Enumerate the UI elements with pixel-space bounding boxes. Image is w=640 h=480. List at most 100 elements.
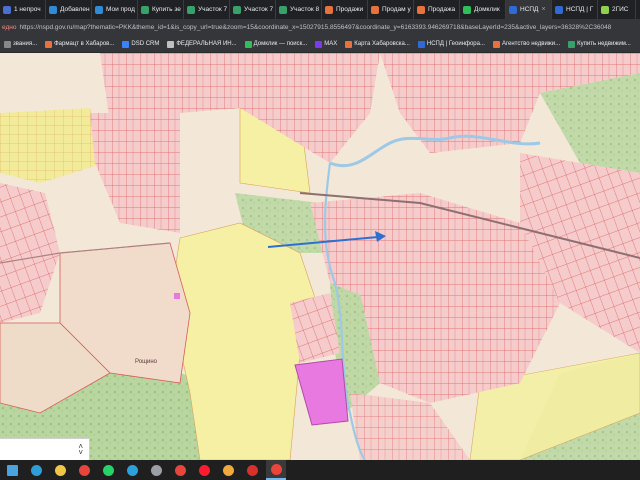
edge-icon-glyph — [30, 464, 42, 476]
site-icon — [233, 5, 241, 14]
bookmark-label: Агентство недвижи... — [501, 41, 561, 47]
bookmark-item[interactable]: ФЕДЕРАЛЬНАЯ ИН... — [163, 40, 240, 48]
browser-tab[interactable]: Продажа — [414, 0, 460, 19]
tab-label: 1 непроч — [14, 6, 41, 13]
opera-icon-glyph — [198, 464, 210, 476]
site-icon — [187, 5, 195, 14]
bookmark-favicon-icon — [45, 40, 53, 48]
browser-tab[interactable]: Домклик — [460, 0, 506, 19]
browser-tab[interactable]: Продажи — [322, 0, 368, 19]
tab-label: Участок 8 — [290, 6, 320, 13]
tab-label: Купить зе — [152, 6, 181, 13]
file-explorer-icon[interactable] — [50, 460, 70, 480]
tab-label: Мои прод — [106, 6, 135, 13]
tab-label: НСПД | Г — [566, 6, 594, 13]
cadastral-map[interactable]: Рощино — [0, 53, 640, 460]
bookmark-favicon-icon — [244, 40, 252, 48]
bookmark-favicon-icon — [122, 40, 130, 48]
close-tab-icon[interactable]: × — [541, 6, 545, 13]
acrobat-icon[interactable] — [242, 460, 262, 480]
scroll-down-icon[interactable]: ˅ — [78, 448, 83, 456]
edge-icon[interactable] — [26, 460, 46, 480]
place-label: Рощино — [135, 359, 158, 365]
browser-tab[interactable]: НСПД | Г — [552, 0, 598, 19]
browser-tab[interactable]: Участок 7 — [230, 0, 276, 19]
site-icon — [371, 5, 379, 14]
chrome-active-icon-glyph — [270, 463, 282, 475]
tab-label: 2ГИС — [612, 6, 629, 13]
snipping-tool-icon-glyph — [150, 464, 162, 476]
tab-label: Продам у — [382, 6, 411, 13]
bookmark-label: ФЕДЕРАЛЬНАЯ ИН... — [176, 41, 237, 47]
small-highlighted-plot — [174, 293, 180, 299]
bookmark-label: Карта Хабаровска... — [354, 41, 410, 47]
windows-start-icon-glyph — [6, 464, 18, 476]
site-icon — [417, 5, 425, 14]
site-icon — [509, 5, 517, 14]
tab-label: Домклик — [474, 6, 500, 13]
whatsapp-icon-glyph — [102, 464, 114, 476]
browser-tab[interactable]: Мои прод — [92, 0, 138, 19]
site-icon — [325, 5, 333, 14]
bookmark-item[interactable]: Домклик — поиск... — [241, 40, 312, 48]
not-secure-label: едно — [2, 24, 17, 31]
browser-tab[interactable]: Участок 8 — [276, 0, 322, 19]
telegram-icon-glyph — [126, 464, 138, 476]
browser-tab[interactable]: Продам у — [368, 0, 414, 19]
site-icon — [49, 5, 57, 14]
site-icon — [555, 5, 563, 14]
address-bar[interactable]: едно https://nspd.gov.ru/map?thematic=PK… — [0, 19, 640, 36]
tab-label: Участок 7 — [198, 6, 228, 13]
bookmark-item[interactable]: DSD CRM — [118, 40, 163, 48]
bookmark-item[interactable]: Карта Хабаровска... — [341, 40, 414, 48]
snipping-tool-icon[interactable] — [146, 460, 166, 480]
paint-icon[interactable] — [218, 460, 238, 480]
chrome-active-icon[interactable] — [266, 460, 286, 480]
windows-start-icon[interactable] — [2, 460, 22, 480]
browser-tab[interactable]: 1 непроч — [0, 0, 46, 19]
browser-tab[interactable]: Купить зе — [138, 0, 184, 19]
windows-taskbar — [0, 460, 640, 480]
media-player-icon-glyph — [174, 464, 186, 476]
bookmark-item[interactable]: Купить недвижим... — [564, 40, 635, 48]
browser-tab[interactable]: Участок 7 — [184, 0, 230, 19]
url-text[interactable]: https://nspd.gov.ru/map?thematic=PKK&the… — [19, 24, 611, 31]
tab-label: Добавлен — [60, 6, 90, 13]
chrome-icon-glyph — [78, 464, 90, 476]
site-icon — [601, 5, 609, 14]
bookmark-favicon-icon — [417, 40, 425, 48]
bookmark-item[interactable]: Фармацт в Хабаров... — [41, 40, 118, 48]
media-player-icon[interactable] — [170, 460, 190, 480]
opera-icon[interactable] — [194, 460, 214, 480]
browser-tab[interactable]: НСПД × — [506, 0, 552, 19]
tab-label: НСПД — [520, 6, 539, 13]
file-explorer-icon-glyph — [54, 464, 66, 476]
bookmark-favicon-icon — [167, 40, 175, 48]
mail-icon — [3, 5, 11, 14]
paint-icon-glyph — [222, 464, 234, 476]
bookmark-label: Купить недвижим... — [577, 41, 631, 47]
tab-label: Участок 7 — [244, 6, 274, 13]
browser-tab-strip: 1 непроч Добавлен Мои прод Купить зе Участок… — [0, 0, 640, 19]
bookmark-label: Фармацт в Хабаров... — [54, 41, 115, 47]
browser-tab[interactable]: 2ГИС — [598, 0, 636, 19]
bookmark-item[interactable]: MAX — [311, 40, 341, 48]
bookmark-item[interactable]: звания... — [0, 40, 41, 48]
site-icon — [141, 5, 149, 14]
screen: 1 непроч Добавлен Мои прод Купить зе Участок… — [0, 0, 640, 480]
map-canvas[interactable] — [0, 53, 640, 460]
bookmark-label: звания... — [13, 41, 38, 47]
chrome-icon[interactable] — [74, 460, 94, 480]
browser-tab[interactable]: Добавлен — [46, 0, 92, 19]
bookmark-label: НСПД | Геоинфора... — [426, 41, 485, 47]
bookmark-label: MAX — [324, 41, 338, 47]
site-icon — [279, 5, 287, 14]
bookmark-item[interactable]: Агентство недвижи... — [489, 40, 564, 48]
zoom-scroll-widget[interactable]: ˄ ˅ — [0, 438, 90, 460]
acrobat-icon-glyph — [246, 464, 258, 476]
site-icon — [463, 5, 471, 14]
tab-label: Продажи — [336, 6, 364, 13]
telegram-icon[interactable] — [122, 460, 142, 480]
bookmark-item[interactable]: НСПД | Геоинфора... — [414, 40, 489, 48]
whatsapp-icon[interactable] — [98, 460, 118, 480]
